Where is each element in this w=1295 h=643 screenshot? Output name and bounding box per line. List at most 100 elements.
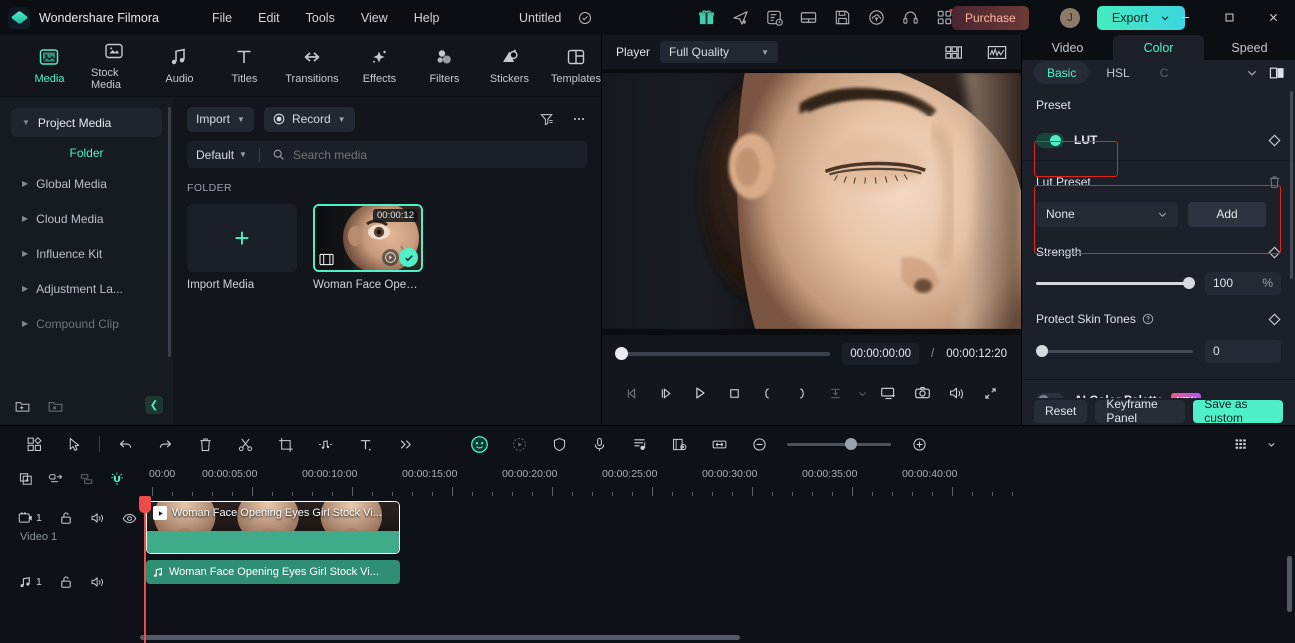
zoom-slider[interactable] [787, 438, 891, 450]
track-body-audio[interactable]: Woman Face Opening Eyes Girl Stock Vi... [145, 558, 1295, 606]
zoom-out-icon[interactable] [739, 430, 779, 458]
subtab-curves[interactable]: C [1147, 61, 1182, 84]
playhead-handle[interactable] [139, 496, 151, 513]
reset-button[interactable]: Reset [1034, 399, 1088, 423]
timeline-vertical-scrollbar[interactable] [1287, 556, 1292, 612]
lock-icon[interactable] [59, 511, 73, 525]
player-scrubber[interactable] [615, 347, 831, 360]
compare-split-icon[interactable] [1269, 66, 1285, 80]
strength-slider-handle[interactable] [1183, 277, 1195, 290]
nav-item-titles[interactable]: Titles [221, 46, 268, 85]
nav-item-media[interactable]: Media [26, 46, 73, 85]
keyframe-diamond-icon[interactable] [1268, 134, 1281, 147]
volume-icon[interactable] [939, 377, 973, 409]
templates-icon[interactable] [14, 430, 54, 458]
timeline-horizontal-scrollbar[interactable] [140, 635, 1287, 640]
strength-slider[interactable] [1036, 277, 1195, 290]
sidebar-item-compound-clip[interactable]: ▶ Compound Clip [11, 309, 162, 338]
player-preview[interactable] [602, 69, 1021, 335]
nav-item-effects[interactable]: Effects [356, 46, 403, 85]
align-icon[interactable] [79, 471, 95, 487]
nav-item-templates[interactable]: Templates [551, 46, 601, 85]
ai-color-palette-toggle[interactable] [1036, 392, 1064, 398]
split-scissors-icon[interactable] [225, 430, 265, 458]
layout-grid-icon[interactable] [944, 44, 963, 61]
ai-mask-icon[interactable] [459, 430, 499, 458]
trash-icon[interactable] [1268, 175, 1281, 189]
sidebar-item-influence-kit[interactable]: ▶ Influence Kit [11, 239, 162, 268]
media-sort-dropdown[interactable]: Default ▼ [196, 148, 247, 162]
protect-skin-slider-handle[interactable] [1036, 345, 1048, 358]
more-options-icon[interactable] [571, 111, 587, 127]
tab-video[interactable]: Video [1022, 35, 1113, 60]
timeline-clip-video[interactable]: Woman Face Opening Eyes Girl Stock Vi... [146, 501, 400, 554]
close-button[interactable] [1251, 0, 1295, 35]
chevron-down-icon[interactable] [852, 377, 872, 409]
nav-item-filters[interactable]: Filters [421, 46, 468, 85]
screen-icon[interactable] [872, 377, 906, 409]
prev-frame-button[interactable] [616, 377, 650, 409]
more-chevrons-icon[interactable] [385, 430, 425, 458]
timeline-ruler[interactable]: 00:00 00:00:05:00 00:00:10:00 00:00:15:0… [145, 462, 1295, 496]
minimize-button[interactable] [1163, 0, 1207, 35]
lut-toggle[interactable] [1036, 132, 1064, 148]
filter-icon[interactable] [539, 111, 555, 127]
fullscreen-icon[interactable] [973, 377, 1007, 409]
snap-magnet-icon[interactable] [109, 471, 125, 487]
step-forward-button[interactable] [650, 377, 684, 409]
delete-folder-icon[interactable] [47, 398, 64, 415]
send-icon[interactable] [731, 8, 750, 27]
add-track-icon[interactable] [18, 471, 34, 487]
tab-speed[interactable]: Speed [1204, 35, 1295, 60]
sidebar-item-adjustment-layer[interactable]: ▶ Adjustment La... [11, 274, 162, 303]
scrubber-handle[interactable] [615, 347, 628, 360]
mute-icon[interactable] [90, 575, 105, 589]
render-bar-icon[interactable] [1221, 430, 1261, 458]
cloud-upload-icon[interactable] [867, 8, 886, 27]
preview-play-icon[interactable] [382, 249, 399, 266]
render-dropdown-chevron-icon[interactable] [1261, 430, 1281, 458]
nav-item-stickers[interactable]: Stickers [486, 46, 533, 85]
keyframe-diamond-icon[interactable] [1268, 313, 1281, 326]
purchase-button[interactable]: Purchase [952, 5, 1029, 30]
delete-icon[interactable] [185, 430, 225, 458]
select-cursor-icon[interactable] [54, 430, 94, 458]
tab-color[interactable]: Color [1113, 35, 1204, 61]
stop-button[interactable] [717, 377, 751, 409]
redo-icon[interactable] [145, 430, 185, 458]
snapshot-icon[interactable] [906, 377, 940, 409]
text-icon[interactable] [345, 430, 385, 458]
import-media-tile[interactable]: + Import Media [187, 204, 297, 291]
sidebar-subitem-folder[interactable]: Folder [0, 140, 173, 166]
link-icon[interactable] [48, 471, 65, 487]
menu-view[interactable]: View [350, 7, 399, 29]
timeline-clip-audio[interactable]: Woman Face Opening Eyes Girl Stock Vi... [146, 560, 400, 584]
gift-icon[interactable] [697, 8, 716, 27]
lock-icon[interactable] [59, 575, 73, 589]
track-body-video[interactable]: Woman Face Opening Eyes Girl Stock Vi... [145, 496, 1295, 558]
marker-icon[interactable] [619, 430, 659, 458]
menu-help[interactable]: Help [403, 7, 451, 29]
subtab-hsl[interactable]: HSL [1093, 61, 1142, 84]
layout-icon[interactable] [799, 8, 818, 27]
chevron-down-icon[interactable] [1246, 67, 1258, 79]
keyframe-panel-button[interactable]: Keyframe Panel [1095, 397, 1186, 425]
crop-icon[interactable] [265, 430, 305, 458]
playhead[interactable] [139, 496, 151, 643]
quality-dropdown[interactable]: Full Quality ▼ [660, 41, 779, 63]
maximize-button[interactable] [1207, 0, 1251, 35]
mark-out-button[interactable] [785, 377, 819, 409]
search-input[interactable] [292, 147, 578, 162]
import-button[interactable]: Import ▼ [187, 106, 254, 132]
eye-icon[interactable] [122, 512, 137, 525]
protect-skin-slider[interactable] [1036, 345, 1193, 358]
sidebar-item-cloud-media[interactable]: ▶ Cloud Media [11, 204, 162, 233]
mute-icon[interactable] [90, 511, 105, 525]
keyframe-diamond-icon[interactable] [1268, 246, 1281, 259]
add-lut-button[interactable]: Add [1188, 201, 1266, 227]
selected-check-icon[interactable] [399, 248, 418, 267]
nav-item-audio[interactable]: Audio [156, 46, 203, 85]
motion-tracking-icon[interactable] [499, 430, 539, 458]
protect-skin-value-box[interactable]: 0 [1205, 339, 1281, 363]
avatar[interactable]: J [1060, 7, 1080, 28]
